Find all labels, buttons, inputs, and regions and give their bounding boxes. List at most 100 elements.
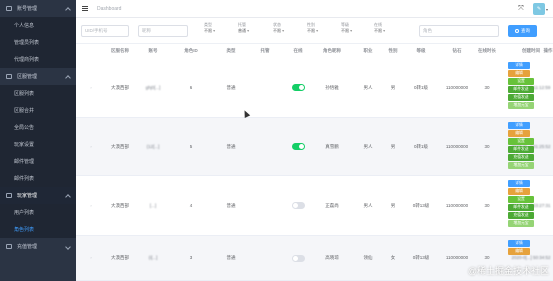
gender-select[interactable]: 性别 不限 [307, 22, 318, 34]
action-button[interactable]: 充值发送 [508, 154, 534, 161]
action-button[interactable]: 邮件发送 [508, 146, 534, 153]
action-button[interactable]: 编辑 [508, 188, 530, 195]
column-header: 区服名称 [111, 48, 129, 53]
cell-diamond: 110000000 [445, 202, 469, 208]
action-button[interactable]: 编辑 [508, 130, 530, 137]
action-button[interactable]: 邮件发送 [508, 204, 534, 211]
table-row: ›大漠西部ghj0[...]6普通孙悟雅男人男0转1级1100000003020… [76, 58, 553, 118]
expand-chevron-icon[interactable]: › [84, 236, 98, 280]
cell-level: 0转1级 [413, 143, 428, 149]
column-header: 职业 [363, 48, 373, 53]
column-header: 托管 [260, 48, 270, 53]
hosting-select[interactable]: 托管 普通 [238, 22, 249, 34]
sidebar-group-server[interactable]: 区服管理 [0, 68, 76, 85]
breadcrumb[interactable]: Dashboard [97, 6, 121, 12]
online-cell [288, 58, 308, 117]
cell-nickname: 真雪鹏 [325, 143, 339, 149]
uid-input[interactable]: UID/手机号 [81, 25, 129, 37]
action-button[interactable]: 充值发送 [508, 212, 534, 219]
action-button[interactable]: 设置 [508, 138, 534, 145]
role-input[interactable]: 角色 [419, 25, 499, 37]
chevron-icon [65, 7, 71, 13]
column-header: 操作 [543, 48, 553, 53]
action-button[interactable]: 编辑 [508, 70, 530, 77]
column-header: 在线时长 [478, 48, 496, 53]
sidebar-item-server-list[interactable]: 区服列表 [0, 85, 76, 102]
cell-role_id: 5 [189, 143, 193, 149]
expand-chevron-icon[interactable]: › [84, 176, 98, 235]
column-header: 账号 [148, 48, 158, 53]
column-header: 角色昵称 [323, 48, 341, 53]
online-select[interactable]: 在线 不限 [374, 22, 385, 34]
action-button[interactable]: 增加元宝 [508, 162, 534, 169]
user-avatar[interactable]: ✎ [532, 3, 545, 15]
cell-gender: 男 [390, 84, 396, 90]
online-toggle[interactable] [291, 84, 305, 91]
watermark: @稀土掘金技术社区 [467, 266, 549, 276]
query-button[interactable]: 查询 [508, 25, 537, 37]
column-header: 性别 [388, 48, 398, 53]
sidebar-item-mail-manage[interactable]: 邮件管理 [0, 153, 76, 170]
sidebar-group-player[interactable]: 玩家管理 [0, 187, 76, 204]
action-button[interactable]: 详情 [508, 180, 530, 187]
expand-chevron-icon[interactable]: › [84, 118, 98, 175]
sidebar-item-player-settings[interactable]: 玩家设置 [0, 136, 76, 153]
player-icon [6, 193, 12, 198]
chevron-icon [65, 75, 71, 81]
online-toggle[interactable] [291, 254, 305, 262]
sidebar-group-account[interactable]: 账号管理 [0, 0, 76, 17]
hamburger-icon[interactable] [82, 6, 88, 11]
type-select[interactable]: 类型 不限 [204, 22, 215, 34]
cell-job: 男人 [363, 84, 373, 90]
action-button[interactable]: 详情 [508, 240, 530, 247]
recharge-icon [6, 244, 12, 249]
expand-arrows-icon[interactable]: ⤧ [516, 4, 526, 14]
cell-nickname: 高晓琼 [325, 255, 339, 260]
column-header: 在线 [293, 48, 303, 53]
cell-account: ghj0[...] [145, 84, 161, 90]
sidebar-group-recharge[interactable]: 充值管理 [0, 238, 76, 255]
cell-server: 大漠西部 [111, 143, 129, 149]
row-actions: 详情 编辑 设置 邮件发送 充值发送 增加元宝 [508, 180, 534, 227]
action-button[interactable]: 编辑 [508, 248, 530, 255]
online-toggle[interactable] [291, 202, 305, 209]
column-header: 钻石 [452, 48, 462, 53]
action-button[interactable]: 增加元宝 [508, 220, 534, 227]
action-button[interactable]: 设置 [508, 78, 534, 85]
cell-role_id: 6 [189, 84, 193, 90]
action-button[interactable]: 充值发送 [508, 94, 534, 101]
sidebar-item-mail-list[interactable]: 邮件列表 [0, 170, 76, 187]
cell-role_id: 3 [189, 255, 193, 260]
action-button[interactable]: 详情 [508, 62, 530, 69]
nickname-input[interactable]: 昵称 [138, 25, 188, 37]
column-header: 类型 [226, 48, 236, 53]
sidebar-item-admins[interactable]: 管理员列表 [0, 34, 76, 51]
sidebar-item-user-list[interactable]: 用户列表 [0, 204, 76, 221]
level-select[interactable]: 等级 不限 [341, 22, 352, 34]
caret-down-icon[interactable]: ▾ [546, 7, 548, 12]
action-button[interactable]: 增加元宝 [508, 102, 534, 109]
cell-job: 男人 [363, 143, 373, 149]
sidebar-item-announcement[interactable]: 全局公告 [0, 119, 76, 136]
online-toggle[interactable] [291, 143, 305, 150]
action-button[interactable]: 详情 [508, 122, 530, 129]
action-button[interactable]: 邮件发送 [508, 86, 534, 93]
sidebar-item-server-merge[interactable]: 区服合并 [0, 102, 76, 119]
cell-job: 领仙 [363, 255, 373, 260]
sidebar-item-agents[interactable]: 代理商列表 [0, 51, 76, 68]
cell-server: 大漠西部 [111, 255, 129, 260]
cell-level: 0转13级 [412, 202, 430, 208]
action-button[interactable]: 设置 [508, 196, 534, 203]
sidebar-item-role-list[interactable]: 角色列表 [0, 221, 76, 238]
chevron-icon [65, 243, 71, 250]
sidebar-item-profile[interactable]: 个人信息 [0, 17, 76, 34]
cell-type: 普通 [226, 202, 236, 208]
expand-chevron-icon[interactable]: › [84, 58, 98, 117]
column-header [84, 44, 98, 58]
cell-server: 大漠西部 [111, 202, 129, 208]
status-select[interactable]: 状态 不限 [273, 22, 284, 34]
online-cell [288, 176, 308, 235]
cell-nickname: 孙悟雅 [325, 84, 339, 90]
filter-bar: UID/手机号 昵称 类型不限 托管普通 状态不限 性别不限 等级不限 在线不限… [76, 18, 553, 44]
column-header: 角色ID [184, 48, 198, 53]
